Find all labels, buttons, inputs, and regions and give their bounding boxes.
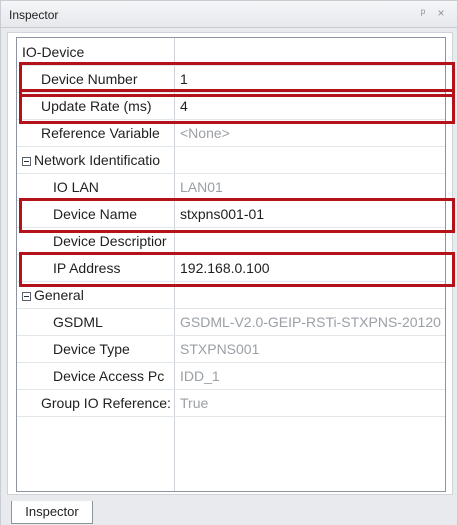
property-value [175, 282, 445, 309]
property-value[interactable]: LAN01 [175, 174, 445, 201]
table-row-reference-variable[interactable]: Reference Variable <None> [17, 120, 445, 147]
property-value[interactable]: stxpns001-01 [175, 201, 445, 228]
property-value[interactable] [175, 228, 445, 255]
property-value: STXPNS001 [180, 341, 260, 357]
property-name: Reference Variable [41, 125, 160, 141]
property-value: True [180, 395, 209, 411]
table-row-device-type[interactable]: Device Type STXPNS001 [17, 336, 445, 363]
section-label-general: General [17, 282, 84, 309]
property-name: IO-Device [22, 44, 85, 60]
property-name: GSDML [53, 314, 103, 330]
collapse-icon[interactable] [22, 292, 31, 301]
table-row-ip-address[interactable]: IP Address 192.168.0.100 [17, 255, 445, 282]
window-title: Inspector [9, 8, 59, 22]
property-value: GSDML-V2.0-GEIP-RSTi-STXPNS-20120 [180, 314, 441, 330]
tab-inspector[interactable]: Inspector [11, 501, 93, 524]
property-name: Device Name [53, 206, 138, 222]
close-icon[interactable]: × [433, 5, 449, 21]
property-value [175, 39, 445, 66]
table-row-gsdml[interactable]: GSDML GSDML-V2.0-GEIP-RSTi-STXPNS-20120 [17, 309, 445, 336]
property-value[interactable]: 192.168.0.100 [175, 255, 445, 282]
inspector-titlebar: Inspector ᵖ × [1, 1, 457, 28]
inspector-window: Inspector ᵖ × IO-Device Device Number 1 … [0, 0, 458, 525]
table-row-update-rate[interactable]: Update Rate (ms) 4 [17, 93, 445, 120]
table-row-io-device[interactable]: IO-Device [17, 39, 445, 66]
property-name: Device Descriptior [53, 233, 167, 249]
property-value: IDD_1 [180, 368, 220, 384]
property-grid: IO-Device Device Number 1 Update Rate (m… [16, 37, 446, 492]
property-name: Group IO Reference: [41, 395, 171, 411]
table-row-device-number[interactable]: Device Number 1 [17, 66, 445, 93]
property-name: IO LAN [53, 179, 99, 195]
table-row-device-description[interactable]: Device Descriptior [17, 228, 445, 255]
property-name: General [34, 287, 84, 303]
table-row-device-access-point[interactable]: Device Access Pc IDD_1 [17, 363, 445, 390]
property-name: IP Address [53, 260, 121, 276]
property-value[interactable]: 4 [175, 93, 445, 120]
bottom-tab-bar: Inspector [1, 495, 457, 525]
property-value[interactable]: 1 [175, 66, 445, 93]
property-panel: IO-Device Device Number 1 Update Rate (m… [7, 32, 453, 495]
collapse-icon[interactable] [22, 157, 31, 166]
property-name: Update Rate (ms) [41, 98, 152, 114]
property-name: Device Type [53, 341, 130, 357]
property-name: Network Identificatio [34, 152, 161, 168]
table-row-network-identification[interactable]: Network Identificatio [17, 147, 445, 174]
table-row-general[interactable]: General [17, 282, 445, 309]
section-label-network-identification: Network Identificatio [17, 147, 160, 174]
pin-icon[interactable]: ᵖ [415, 5, 431, 21]
table-row-device-name[interactable]: Device Name stxpns001-01 [17, 201, 445, 228]
property-value[interactable]: <None> [175, 120, 445, 147]
table-row-group-io-reference[interactable]: Group IO Reference: True [17, 390, 445, 417]
property-value [175, 147, 445, 174]
table-row-io-lan[interactable]: IO LAN LAN01 [17, 174, 445, 201]
property-name: Device Number [41, 71, 138, 87]
property-name: Device Access Pc [53, 368, 165, 384]
